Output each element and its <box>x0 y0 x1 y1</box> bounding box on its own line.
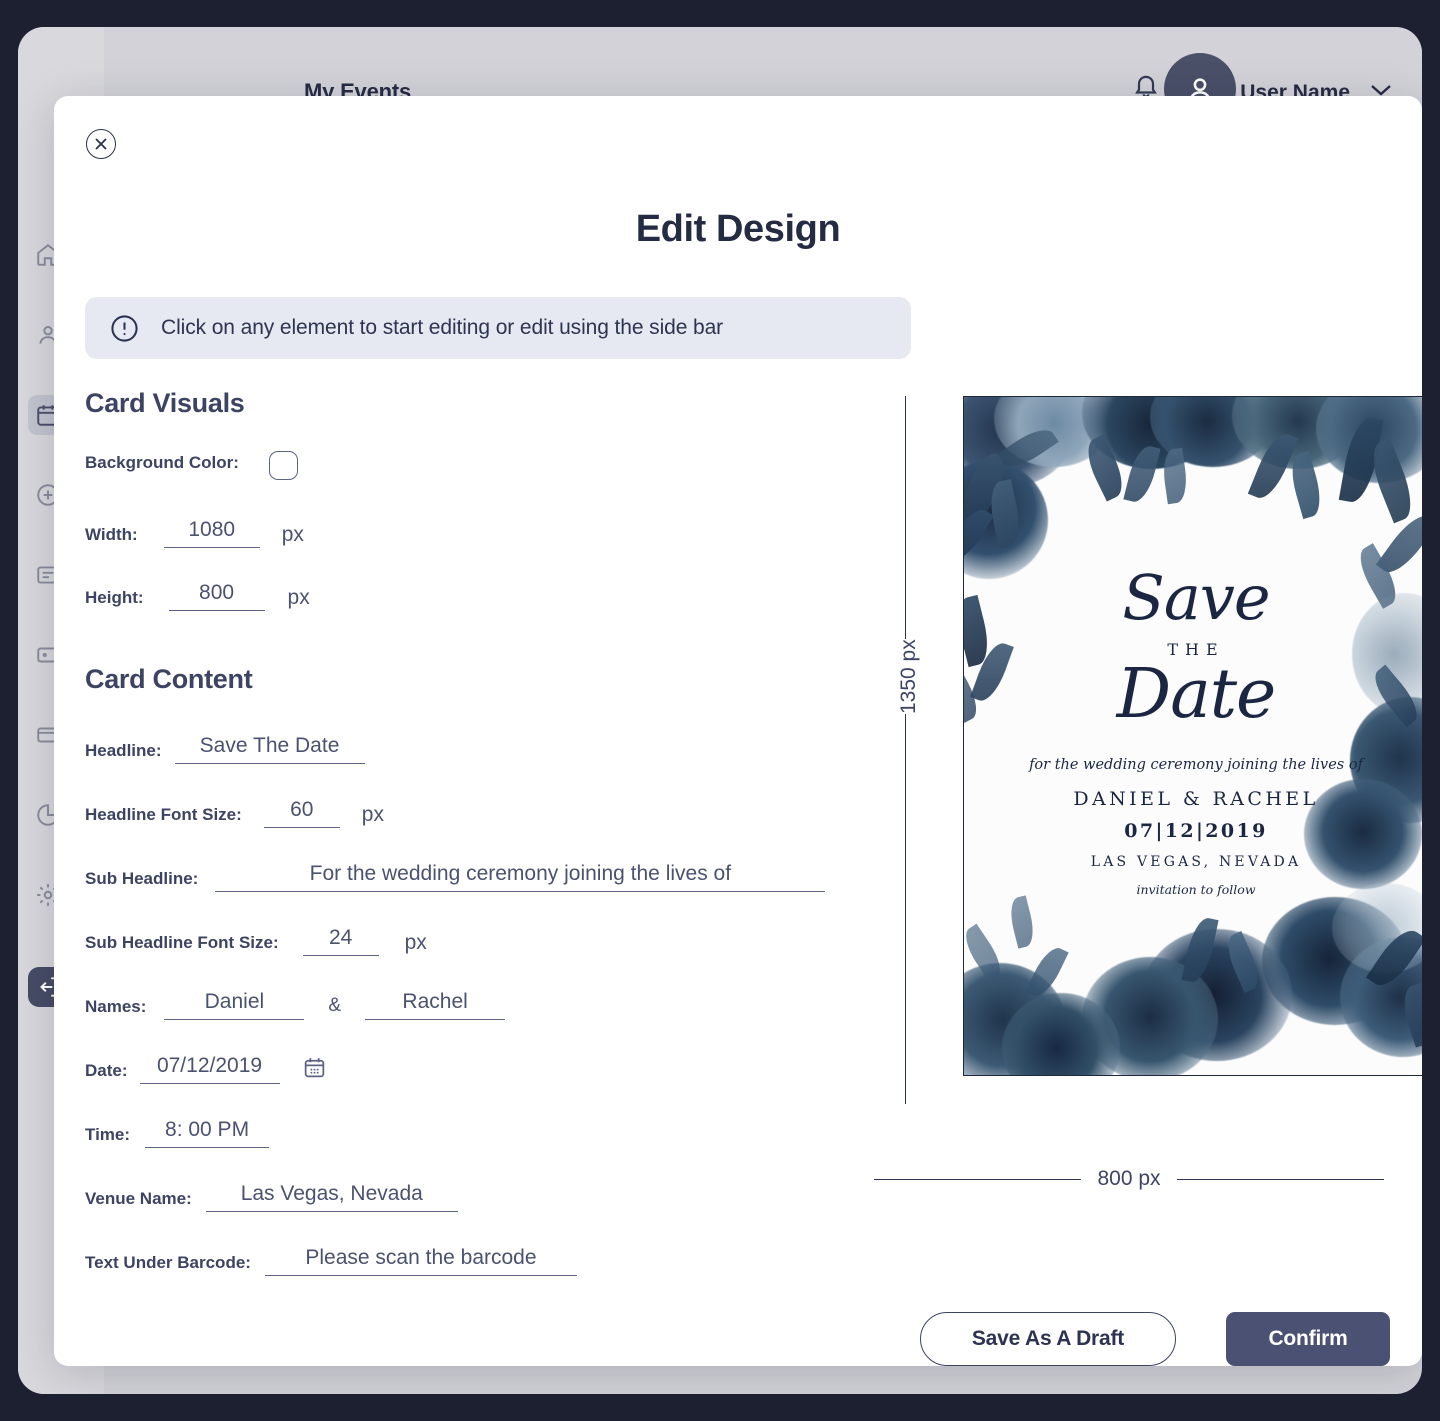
width-label: Width: <box>85 525 138 544</box>
background-color-swatch[interactable] <box>268 450 298 480</box>
field-row-headline-font-size: Headline Font Size: px <box>85 788 384 828</box>
field-row-text-under-barcode: Text Under Barcode: <box>85 1236 577 1276</box>
info-exclamation-icon <box>110 314 139 343</box>
height-dimension-label: 1350 px <box>891 639 927 714</box>
field-row-venue: Venue Name: <box>85 1172 458 1212</box>
confirm-button[interactable]: Confirm <box>1226 1312 1390 1366</box>
height-label: Height: <box>85 588 144 607</box>
date-input[interactable] <box>139 1054 280 1084</box>
headline-input[interactable] <box>174 734 365 764</box>
width-dimension-line-left <box>874 1178 1082 1180</box>
background-color-label: Background Color: <box>85 453 239 472</box>
card-footnote: invitation to follow <box>1136 882 1256 898</box>
venue-label: Venue Name: <box>85 1189 192 1208</box>
app-viewport: My Events User Name Edit Design Click on… <box>18 27 1422 1394</box>
section-title-card-content: Card Content <box>85 664 253 694</box>
sub-headline-label: Sub Headline: <box>85 869 199 888</box>
save-as-draft-button[interactable]: Save As A Draft <box>920 1312 1176 1366</box>
time-label: Time: <box>85 1125 131 1144</box>
time-input[interactable] <box>145 1118 270 1148</box>
text-under-barcode-label: Text Under Barcode: <box>85 1253 251 1272</box>
headline-font-size-input[interactable] <box>263 798 340 828</box>
info-banner: Click on any element to start editing or… <box>85 297 911 359</box>
bell-icon[interactable] <box>1132 71 1160 99</box>
field-row-date: Date: <box>85 1044 327 1084</box>
calendar-icon[interactable] <box>302 1055 327 1080</box>
text-under-barcode-input[interactable] <box>264 1246 577 1276</box>
card-date: 07|12|2019 <box>1124 820 1268 843</box>
device-frame: My Events User Name Edit Design Click on… <box>0 0 1440 1421</box>
section-title-card-visuals: Card Visuals <box>85 388 245 418</box>
card-headline-line1: Save <box>1122 561 1270 634</box>
width-input[interactable] <box>163 518 260 548</box>
headline-font-size-label: Headline Font Size: <box>85 805 242 824</box>
field-row-time: Time: <box>85 1108 270 1148</box>
sub-headline-font-size-input[interactable] <box>302 926 379 956</box>
headline-font-size-unit: px <box>361 803 384 826</box>
card-headline-line2: Date <box>1116 654 1277 734</box>
width-dimension-line-right <box>1176 1178 1384 1180</box>
card-preview: 1350 px Save THE Date for the wedding ce… <box>874 392 1422 1112</box>
field-row-headline: Headline: <box>85 724 365 764</box>
sub-headline-font-size-unit: px <box>404 931 427 954</box>
card-names: DANIEL & RACHEL <box>1073 788 1319 811</box>
card-sub-headline: for the wedding ceremony joining the liv… <box>1029 757 1363 774</box>
height-dimension-line <box>905 396 906 1104</box>
info-banner-text: Click on any element to start editing or… <box>161 316 724 339</box>
field-row-sub-headline: Sub Headline: <box>85 852 826 892</box>
field-row-names: Names: & <box>85 980 506 1020</box>
headline-label: Headline: <box>85 741 162 760</box>
width-dimension-label: 800 px <box>1097 1167 1161 1190</box>
sub-headline-font-size-label: Sub Headline Font Size: <box>85 933 279 952</box>
modal-title: Edit Design <box>635 208 841 250</box>
width-unit: px <box>281 523 304 546</box>
card-venue: LAS VEGAS, NEVADA <box>1090 854 1302 871</box>
field-row-height: Height: px <box>85 571 310 611</box>
name-first-input[interactable] <box>164 990 305 1020</box>
height-input[interactable] <box>168 581 265 611</box>
field-row-sub-headline-font-size: Sub Headline Font Size: px <box>85 916 427 956</box>
invitation-card[interactable]: Save THE Date for the wedding ceremony j… <box>963 396 1422 1076</box>
width-dimension: 800 px <box>874 1164 1384 1194</box>
sub-headline-input[interactable] <box>215 862 826 892</box>
field-row-width: Width: px <box>85 508 304 548</box>
edit-design-modal: Edit Design Click on any element to star… <box>54 96 1422 1366</box>
names-label: Names: <box>85 997 147 1016</box>
height-unit: px <box>287 586 310 609</box>
names-separator: & <box>328 995 342 1016</box>
close-icon[interactable] <box>86 129 116 159</box>
card-text-block: Save THE Date for the wedding ceremony j… <box>964 561 1422 898</box>
name-second-input[interactable] <box>365 990 506 1020</box>
venue-input[interactable] <box>205 1182 458 1212</box>
date-label: Date: <box>85 1061 128 1080</box>
field-row-background-color: Background Color: <box>85 448 298 482</box>
